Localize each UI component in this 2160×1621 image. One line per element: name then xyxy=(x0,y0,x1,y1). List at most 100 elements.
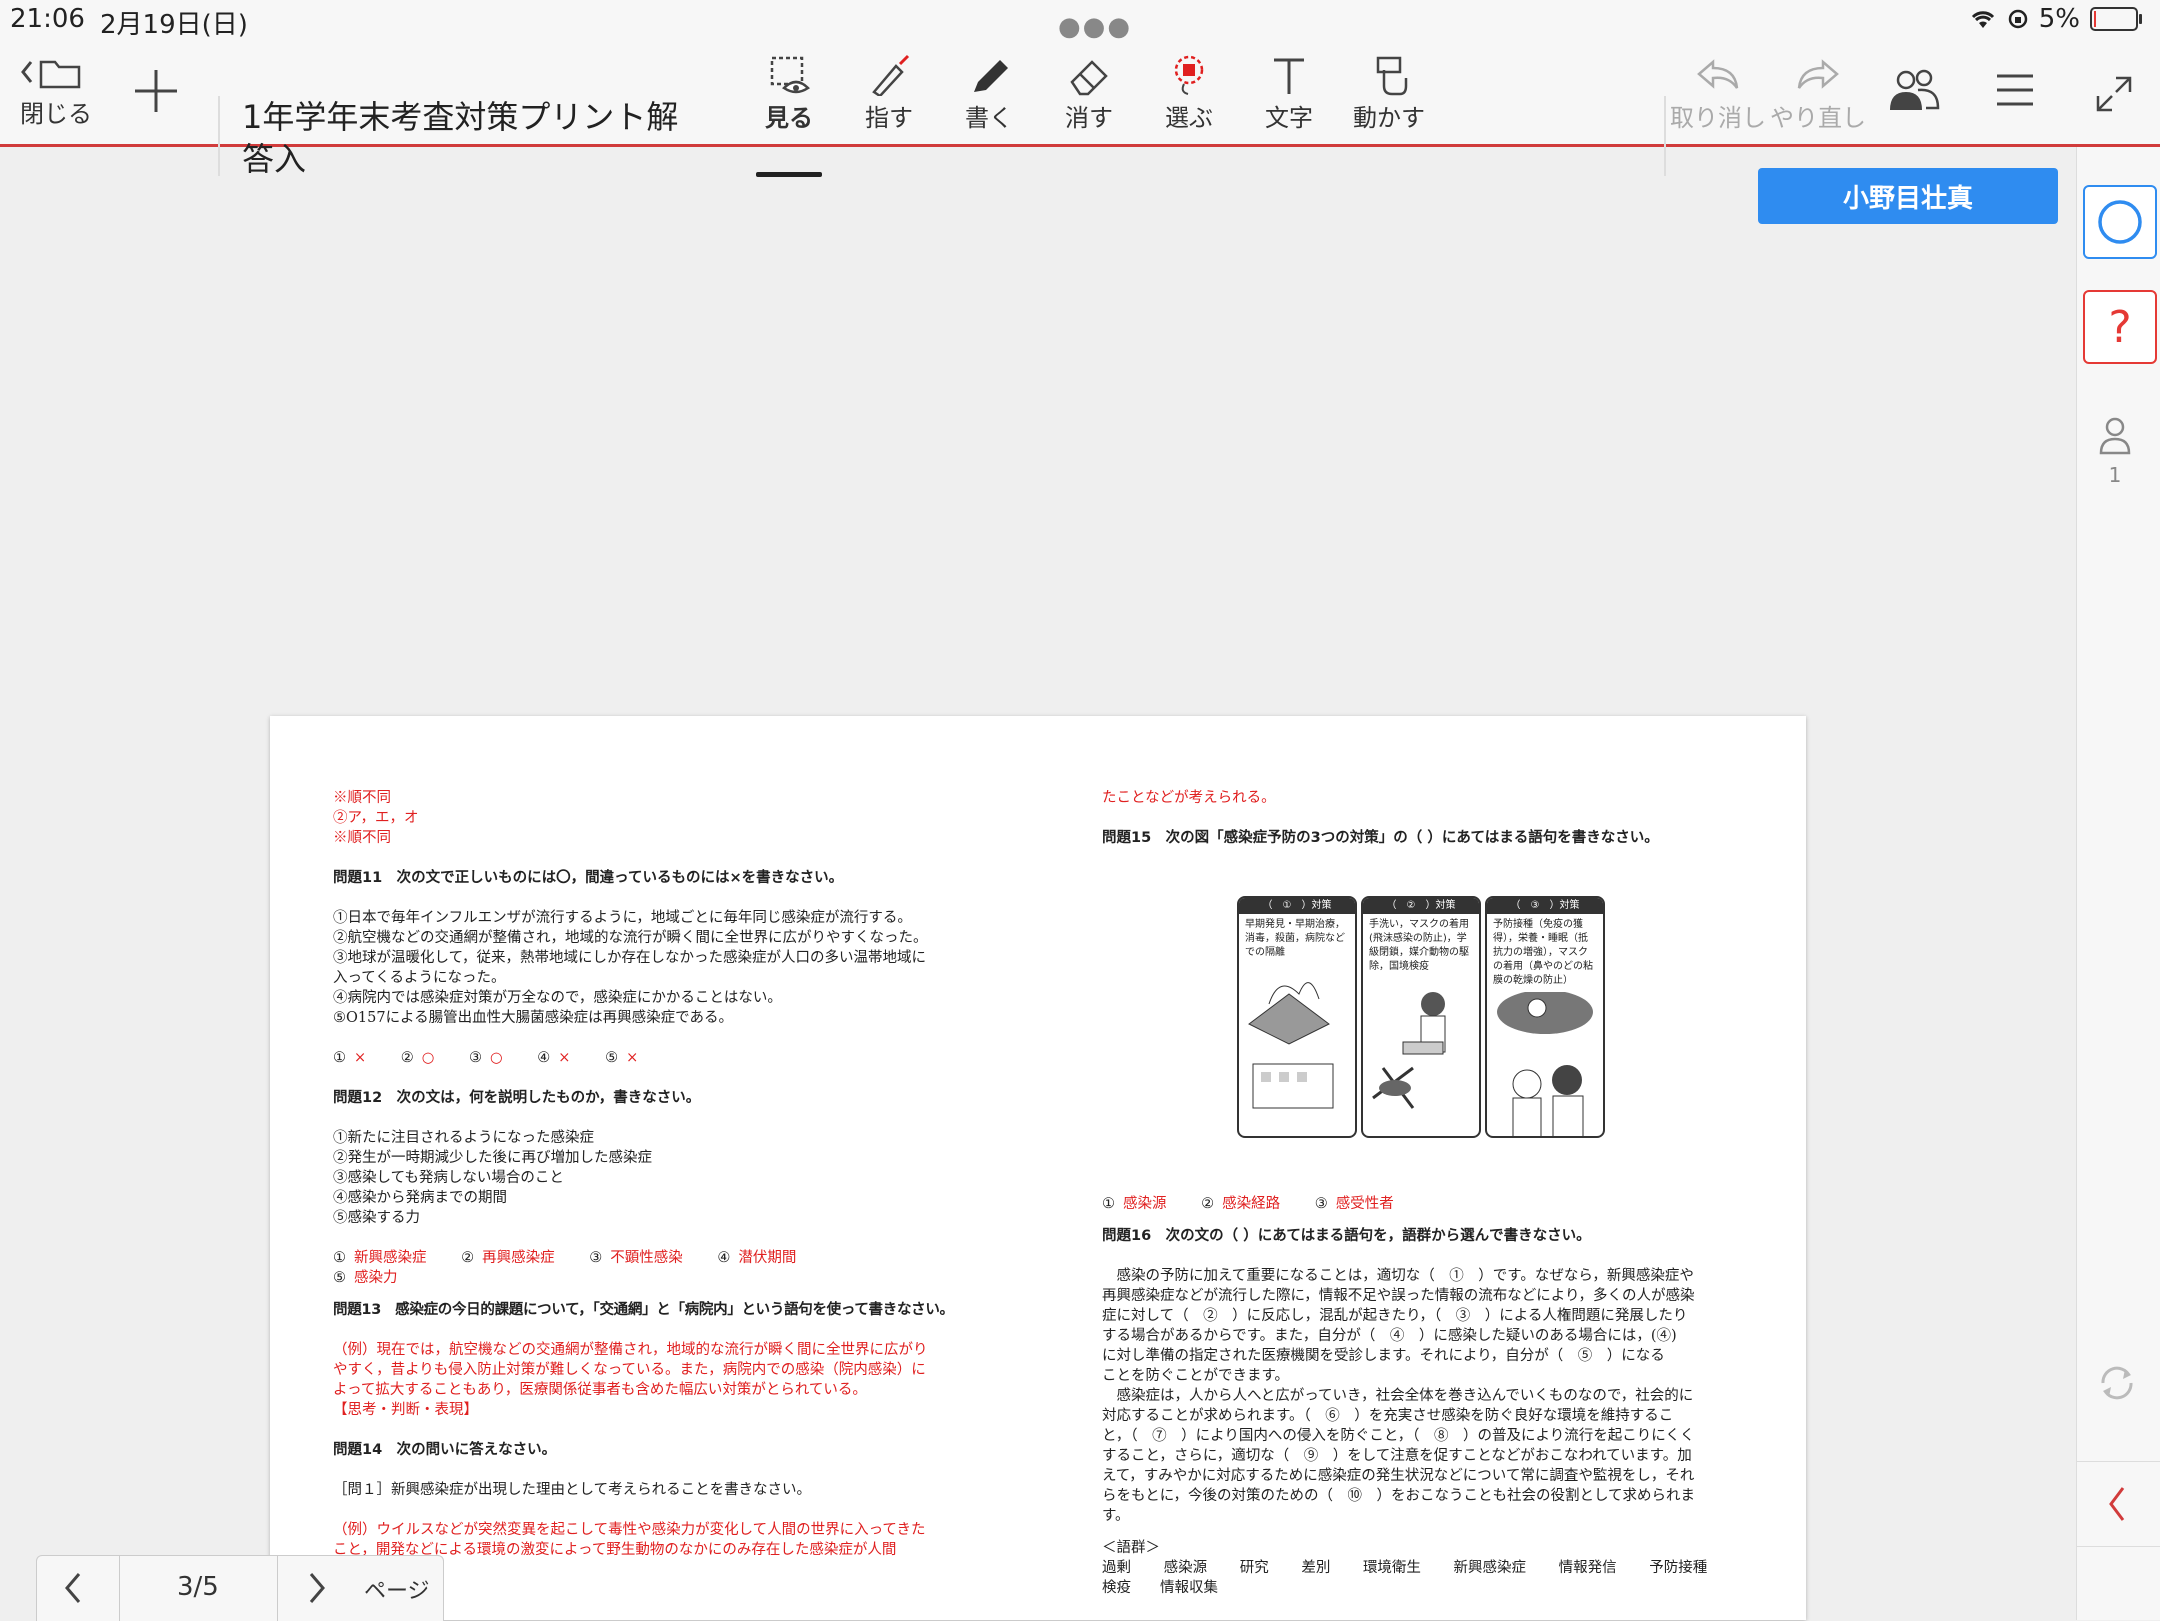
q11-item: ④病院内では感染症対策が万全なので，感染症にかかることはない。 xyxy=(333,990,782,1006)
close-label: 閉じる xyxy=(20,100,92,128)
chevron-left-icon xyxy=(65,1573,81,1603)
q16-text: 感染症は，人から人へと広がっていき，社会全体を巻き込んでいくものなので，社会的に xyxy=(1102,1388,1694,1404)
tool-view[interactable]: 見る xyxy=(746,54,832,133)
answer-number: ② xyxy=(400,1050,414,1066)
collapse-sidebar-button[interactable] xyxy=(2077,1461,2160,1547)
wifi-icon xyxy=(1971,11,1994,28)
word-group-item: 予防接種 xyxy=(1649,1560,1708,1576)
q14-subquestion: ［問１］新興感染症が出現した理由として考えられることを書きなさい。 xyxy=(333,1482,812,1498)
battery-percent: 5% xyxy=(2038,4,2080,34)
participants-button[interactable] xyxy=(1884,66,1944,116)
tool-write-label: 書く xyxy=(965,104,1013,132)
page-list-button[interactable]: ページ xyxy=(364,1573,430,1605)
figure-panel: （ ① ）対策 早期発見・早期治療，消毒，殺菌，病院などでの隔離 xyxy=(1237,896,1357,1138)
tool-move-label: 動かす xyxy=(1353,104,1425,132)
redo-button[interactable]: やり直し xyxy=(1768,54,1868,133)
prev-page-button[interactable] xyxy=(49,1564,97,1612)
tool-text[interactable]: 文字 xyxy=(1246,54,1332,133)
answer-note: ※順不同 xyxy=(333,790,391,806)
pen-icon xyxy=(974,60,1008,92)
question-response-button[interactable]: ? xyxy=(2083,290,2157,364)
q12-item: ⑤感染する力 xyxy=(333,1210,420,1226)
q16-text: 感染の予防に加えて重要になることは，適切な（ ① ）です。なぜなら，新興感染症や xyxy=(1102,1268,1694,1284)
q11-answers: ① × ② ○ ③ ○ ④ × ⑤ × xyxy=(333,1048,983,1068)
q13-answer: （例）現在では，航空機などの交通網が整備され，地域的な流行が瞬く間に全世界に広が… xyxy=(333,1342,928,1358)
word-group-item: 過剰 xyxy=(1102,1560,1131,1576)
tool-point-label: 指す xyxy=(865,104,913,132)
next-page-button[interactable] xyxy=(293,1564,341,1612)
undo-icon xyxy=(1697,59,1739,89)
circle-icon xyxy=(2098,200,2142,244)
tool-select-label: 選ぶ xyxy=(1165,104,1213,132)
undo-label: 取り消し xyxy=(1670,104,1766,132)
tool-select[interactable]: 選ぶ xyxy=(1146,54,1232,133)
q16-text: 対応することが求められます。（ ⑥ ）を充実させ感染を防ぐ良好な環境を維持するこ xyxy=(1102,1408,1674,1424)
answer-value: ○ xyxy=(421,1050,435,1066)
q13-answer: やすく，昔よりも侵入防止対策が難しくなっている。また，病院内での感染（院内感染）… xyxy=(333,1362,926,1378)
status-time: 21:06 xyxy=(10,4,85,34)
tool-write[interactable]: 書く xyxy=(946,54,1032,133)
q13-answer: 【思考・判断・表現】 xyxy=(333,1402,478,1418)
circle-response-button[interactable] xyxy=(2083,185,2157,259)
q16-text: と，（ ⑦ ）により国内への侵入を防ぐこと，（ ⑧ ）の普及により流行を起こりに… xyxy=(1102,1428,1695,1444)
question-11: 問題11 次の文で正しいものには〇，間違っているものには×を書きなさい。 xyxy=(333,870,844,886)
q11-item: ①日本で毎年インフルエンザが流行するように，地域ごとに毎年同じ感染症が流行する。 xyxy=(333,910,912,926)
answer-number: ① xyxy=(1102,1196,1115,1212)
sync-button[interactable] xyxy=(2095,1361,2139,1409)
question-12: 問題12 次の文は，何を説明したものか，書きなさい。 xyxy=(333,1090,701,1106)
tool-erase[interactable]: 消す xyxy=(1046,54,1132,133)
student-name-tag[interactable]: 小野目壮真 xyxy=(1758,168,2058,224)
pager-divider xyxy=(277,1556,278,1621)
title-line1: 1年学年末考査対策プリント解 xyxy=(242,98,679,136)
answer-number: ⑤ xyxy=(605,1050,619,1066)
incineration-illustration-icon xyxy=(1248,982,1334,1109)
q14-answer: （例）ウイルスなどが突然変異を起こして毒性や感染力が変化して人間の世界に入ってき… xyxy=(333,1522,926,1538)
sync-icon xyxy=(2101,1366,2133,1400)
q12-item: ④感染から発病までの期間 xyxy=(333,1190,507,1206)
q11-item: ③地球が温暖化して，従来，熱帯地域にしか存在しなかった感染症が人口の多い温帯地域… xyxy=(333,950,927,966)
word-group-item: 新興感染症 xyxy=(1453,1560,1527,1576)
question-14: 問題14 次の問いに答えなさい。 xyxy=(333,1442,557,1458)
answer-value: 感染経路 xyxy=(1222,1196,1281,1212)
multitasking-dots-icon[interactable]: ●●● xyxy=(1058,12,1132,42)
q16-text: えて，すみやかに対応するために感染症の発生状況などについて常に調査や監視をし，そ… xyxy=(1102,1468,1695,1484)
word-group-item: 研究 xyxy=(1239,1560,1269,1576)
answer-value: × xyxy=(558,1050,571,1066)
redo-label: やり直し xyxy=(1770,104,1866,132)
tool-point[interactable]: 指す xyxy=(846,54,932,133)
q13-answer: よって拡大することもあり，医療関係従事者も含めた幅広い対策がとられている。 xyxy=(333,1382,867,1398)
word-group-item: 環境衛生 xyxy=(1362,1560,1421,1576)
answer-number: ② xyxy=(461,1250,475,1266)
q16-text: 再興感染症などが流行した際に，情報不足や誤った情報の流布などにより，多くの人が感… xyxy=(1102,1288,1695,1304)
tool-move[interactable]: 動かす xyxy=(1346,54,1432,133)
eraser-icon xyxy=(1070,60,1108,96)
left-column: ※順不同 ②ア，エ，オ ※順不同 問題11 次の文で正しいものには〇，間違ってい… xyxy=(333,788,983,1560)
person-icon xyxy=(2099,417,2131,455)
answer-number: ① xyxy=(333,1250,346,1266)
document-page[interactable]: ※順不同 ②ア，エ，オ ※順不同 問題11 次の文で正しいものには〇，間違ってい… xyxy=(270,716,1806,1620)
answer-value: 再興感染症 xyxy=(482,1250,555,1266)
add-button[interactable] xyxy=(128,66,184,116)
hamburger-menu-icon xyxy=(1997,74,2033,106)
close-button[interactable]: 閉じる xyxy=(14,52,98,129)
panel-text: 早期発見・早期治療，消毒，殺菌，病院などでの隔離 xyxy=(1245,919,1345,958)
answer-number: ③ xyxy=(1314,1196,1328,1212)
answer-value: × xyxy=(354,1050,367,1066)
question-mark-icon: ? xyxy=(2108,302,2131,353)
q12-item: ①新たに注目されるようになった感染症 xyxy=(333,1130,594,1146)
user-count: 1 xyxy=(2095,415,2135,487)
q16-text: す。 xyxy=(1102,1508,1130,1524)
fullscreen-button[interactable] xyxy=(2094,74,2134,114)
panel-text: 予防接種（免疫の獲得），栄養・睡眠（抵抗力の増強），マスクの着用（鼻やのどの粘膜… xyxy=(1493,919,1593,986)
plus-icon xyxy=(135,70,177,112)
q16-text: 症に対して（ ② ）に反応し，混乱が起きたり，（ ③ ）による人権問題に発展した… xyxy=(1102,1308,1688,1324)
expand-icon xyxy=(2096,76,2132,112)
undo-button[interactable]: 取り消し xyxy=(1668,54,1768,133)
menu-button[interactable] xyxy=(1992,70,2038,110)
word-group-item: 情報発信 xyxy=(1558,1560,1617,1576)
question-16: 問題16 次の文の（ ）にあてはまる語句を，語群から選んで書きなさい。 xyxy=(1102,1228,1591,1244)
page-indicator: 3/5 xyxy=(177,1572,219,1602)
tool-erase-label: 消す xyxy=(1065,104,1113,132)
pager-divider xyxy=(119,1556,120,1621)
answer-value: ○ xyxy=(490,1050,503,1066)
